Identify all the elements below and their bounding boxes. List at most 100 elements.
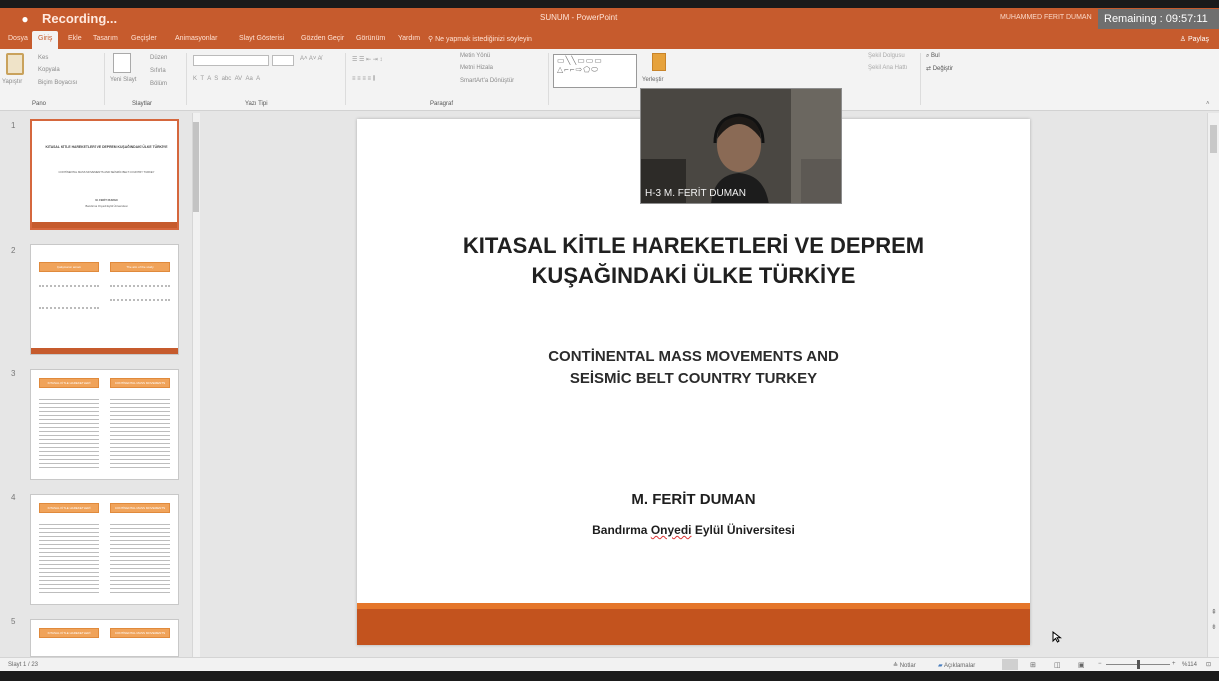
slide-subtitle-line-2: SEİSMİC BELT COUNTRY TURKEY (569, 370, 818, 387)
group-divider (345, 53, 346, 105)
window-title: SUNUM - PowerPoint (540, 13, 618, 22)
slide-title[interactable]: KITASAL KİTLE HAREKETLERİ VE DEPREM KUŞA… (397, 231, 990, 291)
copy-button[interactable]: Kopyala (38, 67, 60, 73)
next-slide-icon[interactable]: ⇟ (1211, 623, 1217, 631)
inst-word-2: Onyedi (650, 523, 692, 537)
format-painter-button[interactable]: Biçim Boyacısı (38, 80, 77, 86)
shapes-gallery[interactable]: ▭╲╲▭▭▭ △⌐⌐⇨⬠⬭ (553, 54, 637, 88)
thumb-subtitle: CONTİNENTAL MASS MOVEMENTS AND SEİSMİC B… (58, 171, 155, 174)
thumb-box-right: CONTİNENTAL MASS MOVEMENTS (110, 378, 170, 388)
thumb-text-lines (110, 396, 170, 470)
thumb-footer-bar (31, 348, 178, 354)
arrange-icon[interactable] (652, 53, 666, 71)
zoom-slider-thumb[interactable] (1137, 660, 1140, 669)
text-direction-button[interactable]: Metin Yönü (460, 53, 490, 59)
comments-button[interactable]: ▰ Açıklamalar (938, 662, 975, 669)
shape-outline-button[interactable]: Şekil Ana Hattı (868, 65, 907, 71)
tab-insert[interactable]: Ekle (68, 35, 82, 42)
fit-slide-icon[interactable]: ⊡ (1206, 661, 1211, 668)
paste-button[interactable]: Yapıştır (2, 79, 22, 85)
group-divider (548, 53, 549, 105)
tell-me-search[interactable]: ⚲ Ne yapmak istediğinizi söyleyin (428, 35, 532, 43)
font-size-buttons[interactable]: A˄ A˅ A̸ (300, 56, 322, 62)
notes-icon: ≜ (893, 663, 900, 669)
webcam-overlay[interactable]: H-3 M. FERİT DUMAN (640, 88, 842, 204)
slide-footer-bar (357, 609, 1030, 645)
group-label-clipboard: Pano (32, 101, 47, 107)
slide-count: Slayt 1 / 23 (8, 662, 39, 668)
thumbnails-scroll-thumb[interactable] (193, 122, 199, 212)
font-size-dropdown[interactable] (272, 55, 294, 66)
replace-icon: ⇄ (926, 66, 933, 72)
section-button[interactable]: Bölüm (150, 81, 167, 87)
slide-thumbnail-1[interactable]: KITASAL KİTLE HAREKETLERİ VE DEPREM KUŞA… (30, 119, 179, 230)
group-divider (104, 53, 105, 105)
tab-review[interactable]: Gözden Geçir (301, 35, 344, 42)
slide-thumbnail-3[interactable]: KITASAL KİTLE HAREKETLERİ CONTİNENTAL MA… (30, 369, 179, 480)
zoom-in-icon[interactable]: + (1172, 661, 1176, 667)
tab-file[interactable]: Dosya (8, 35, 28, 42)
tab-help[interactable]: Yardım (398, 35, 420, 42)
powerpoint-window: ● Recording... SUNUM - PowerPoint MUHAMM… (0, 0, 1219, 681)
zoom-out-icon[interactable]: − (1098, 661, 1102, 667)
share-button[interactable]: ♙ Paylaş (1180, 35, 1209, 43)
align-text-button[interactable]: Metni Hizala (460, 65, 493, 71)
slide-thumbnail-5[interactable]: KITASAL KİTLE HAREKETLERİ CONTİNENTAL MA… (30, 619, 179, 657)
tab-slideshow[interactable]: Slayt Gösterisi (239, 35, 284, 42)
thumb-box-left: Çalışmanın amacı (39, 262, 99, 272)
slide-thumbnail-2[interactable]: Çalışmanın amacı The aim of the study (30, 244, 179, 355)
tell-me-text: Ne yapmak istediğinizi söyleyin (435, 36, 532, 43)
slideshow-icon[interactable]: ▣ (1078, 661, 1085, 669)
thumb-title: KITASAL KİTLE HAREKETLERİ VE DEPREM KUŞA… (45, 145, 168, 149)
shape-fill-button[interactable]: Şekil Dolgusu (868, 53, 905, 59)
cut-button[interactable]: Kes (38, 55, 48, 61)
screen-top-edge (0, 0, 1219, 8)
slide-scroll-thumb[interactable] (1210, 125, 1217, 153)
slide-scrollbar[interactable]: ⇞ ⇟ (1207, 113, 1219, 657)
normal-view-button[interactable] (1002, 659, 1018, 670)
slide-institution[interactable]: Bandırma Onyedi Eylül Üniversitesi (397, 523, 990, 537)
thumb-box-left: KITASAL KİTLE HAREKETLERİ (39, 503, 99, 513)
slide-thumbnails-pane: 1 KITASAL KİTLE HAREKETLERİ VE DEPREM KU… (0, 111, 198, 657)
new-slide-button[interactable]: Yeni Slayt (110, 77, 136, 83)
smartart-button[interactable]: SmartArt'a Dönüştür (460, 78, 514, 84)
reading-view-icon[interactable]: ◫ (1054, 661, 1061, 669)
slide-sorter-icon[interactable]: ⊞ (1030, 661, 1036, 669)
font-name-dropdown[interactable] (193, 55, 269, 66)
tab-home[interactable]: Giriş (32, 31, 59, 49)
reset-button[interactable]: Sıfırla (150, 68, 166, 74)
replace-label: Değiştir (932, 66, 954, 72)
prev-slide-icon[interactable]: ⇞ (1211, 608, 1217, 616)
list-buttons[interactable]: ☰ ☰ ⇤ ⇥ ↕ (352, 56, 382, 63)
slide-title-line-1: KITASAL KİTLE HAREKETLERİ VE DEPREM (462, 233, 925, 258)
arrange-button[interactable]: Yerleştir (642, 77, 663, 83)
thumb-box-right: CONTİNENTAL MASS MOVEMENTS (110, 503, 170, 513)
share-label: Paylaş (1187, 36, 1209, 43)
new-slide-icon[interactable] (113, 53, 131, 73)
find-button[interactable]: ⌕ Bul (926, 53, 940, 60)
group-label-font: Yazı Tipi (245, 101, 268, 107)
collapse-ribbon-icon[interactable]: ˄ (1206, 101, 1210, 107)
thumb-box-left: KITASAL KİTLE HAREKETLERİ (39, 628, 99, 638)
group-divider (920, 53, 921, 105)
group-label-slides: Slaytlar (132, 101, 153, 107)
status-bar: Slayt 1 / 23 ≜ Notlar ▰ Açıklamalar ⊞ ◫ … (0, 657, 1219, 671)
notes-button[interactable]: ≜ Notlar (893, 662, 916, 669)
layout-button[interactable]: Düzen (150, 55, 167, 61)
tab-view[interactable]: Görünüm (356, 35, 385, 42)
slide-subtitle[interactable]: CONTİNENTAL MASS MOVEMENTS AND SEİSMİC B… (397, 346, 990, 390)
webcam-person-image (641, 89, 841, 203)
font-format-buttons[interactable]: K T A S abc AV Aa A (193, 76, 260, 82)
paste-icon[interactable] (6, 53, 24, 75)
user-name[interactable]: MUHAMMED FERIT DUMAN (1000, 14, 1092, 21)
tab-transitions[interactable]: Geçişler (131, 35, 157, 42)
zoom-level[interactable]: %114 (1182, 662, 1197, 668)
alignment-buttons[interactable]: ≡ ≡ ≡ ≡ ⫼ (352, 76, 375, 83)
slide-author[interactable]: M. FERİT DUMAN (397, 491, 990, 508)
replace-button[interactable]: ⇄ Değiştir (926, 65, 953, 72)
tab-animations[interactable]: Animasyonlar (175, 35, 217, 42)
slide-thumbnail-4[interactable]: KITASAL KİTLE HAREKETLERİ CONTİNENTAL MA… (30, 494, 179, 605)
screen-bottom-edge (0, 671, 1219, 681)
tab-design[interactable]: Tasarım (93, 35, 118, 42)
mouse-cursor-icon (1052, 630, 1062, 643)
